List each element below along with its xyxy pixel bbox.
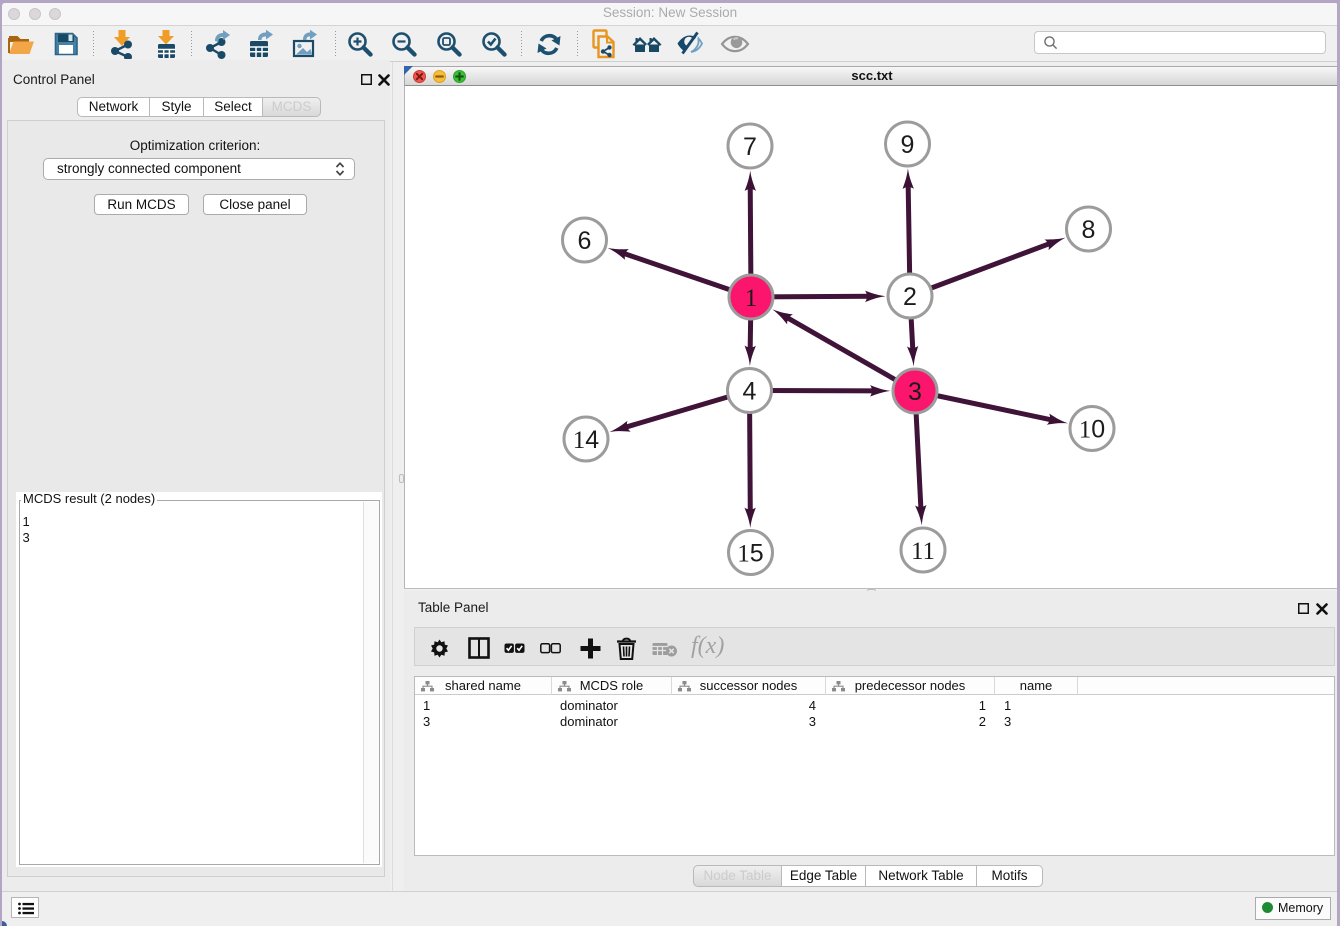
svg-text:14: 14 <box>573 426 600 454</box>
svg-text:2: 2 <box>903 283 917 311</box>
svg-text:8: 8 <box>1082 216 1096 244</box>
svg-text:11: 11 <box>911 538 935 565</box>
svg-text:6: 6 <box>578 227 592 255</box>
svg-text:9: 9 <box>901 131 915 159</box>
svg-text:7: 7 <box>743 133 757 161</box>
svg-text:3: 3 <box>908 378 922 406</box>
svg-text:10: 10 <box>1079 416 1105 444</box>
svg-text:1: 1 <box>745 285 758 312</box>
svg-text:4: 4 <box>743 378 757 406</box>
svg-text:15: 15 <box>737 540 763 568</box>
